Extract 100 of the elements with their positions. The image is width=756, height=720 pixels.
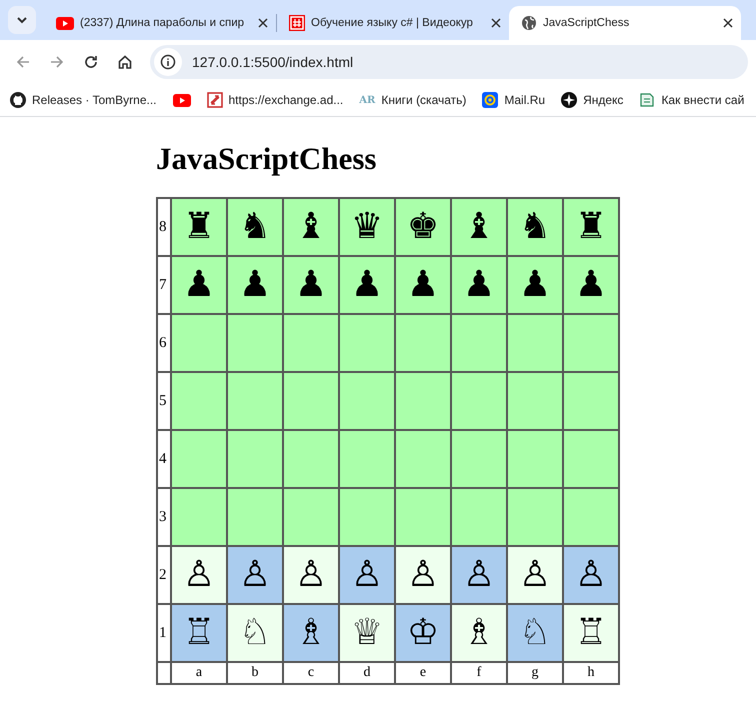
chess-piece[interactable]: ♜ xyxy=(574,206,608,247)
chess-piece[interactable]: ♟ xyxy=(294,264,328,305)
bookmark[interactable]: Как внести сай xyxy=(637,90,746,110)
browser-tab[interactable]: (2337) Длина параболы и спир xyxy=(44,6,276,40)
board-square[interactable] xyxy=(339,430,395,488)
chess-piece[interactable]: ♘ xyxy=(518,612,552,653)
board-square[interactable]: ♟ xyxy=(171,256,227,314)
board-square[interactable]: ♙ xyxy=(227,546,283,604)
board-square[interactable]: ♜ xyxy=(563,198,619,256)
chess-piece[interactable]: ♝ xyxy=(462,206,496,247)
close-icon[interactable] xyxy=(258,18,268,28)
chess-piece[interactable]: ♔ xyxy=(406,612,440,653)
bookmark[interactable]: Releases · TomByrne... xyxy=(8,90,158,110)
bookmark[interactable]: AR Книги (скачать) xyxy=(357,91,468,109)
board-square[interactable]: ♙ xyxy=(339,546,395,604)
board-square[interactable] xyxy=(283,488,339,546)
chess-piece[interactable]: ♛ xyxy=(350,206,384,247)
board-square[interactable] xyxy=(395,372,451,430)
board-square[interactable] xyxy=(563,488,619,546)
chess-piece[interactable]: ♙ xyxy=(406,554,440,595)
chess-piece[interactable]: ♘ xyxy=(238,612,272,653)
close-icon[interactable] xyxy=(491,18,501,28)
board-square[interactable]: ♙ xyxy=(507,546,563,604)
board-square[interactable]: ♙ xyxy=(395,546,451,604)
board-square[interactable] xyxy=(339,488,395,546)
board-square[interactable] xyxy=(563,314,619,372)
board-square[interactable] xyxy=(395,314,451,372)
board-square[interactable]: ♙ xyxy=(283,546,339,604)
chess-piece[interactable]: ♗ xyxy=(294,612,328,653)
board-square[interactable]: ♗ xyxy=(283,604,339,662)
board-square[interactable]: ♟ xyxy=(507,256,563,314)
board-square[interactable]: ♞ xyxy=(227,198,283,256)
board-square[interactable]: ♟ xyxy=(451,256,507,314)
board-square[interactable] xyxy=(563,430,619,488)
chess-piece[interactable]: ♙ xyxy=(182,554,216,595)
board-square[interactable]: ♗ xyxy=(451,604,507,662)
chess-piece[interactable]: ♟ xyxy=(462,264,496,305)
board-square[interactable] xyxy=(283,430,339,488)
board-square[interactable] xyxy=(171,372,227,430)
chess-piece[interactable]: ♙ xyxy=(462,554,496,595)
board-square[interactable]: ♚ xyxy=(395,198,451,256)
chess-piece[interactable]: ♟ xyxy=(182,264,216,305)
board-square[interactable] xyxy=(283,314,339,372)
board-square[interactable] xyxy=(507,314,563,372)
chess-piece[interactable]: ♜ xyxy=(182,206,216,247)
chess-piece[interactable]: ♟ xyxy=(574,264,608,305)
site-info-button[interactable] xyxy=(154,48,182,76)
board-square[interactable] xyxy=(451,314,507,372)
board-square[interactable]: ♞ xyxy=(507,198,563,256)
chess-piece[interactable]: ♙ xyxy=(574,554,608,595)
chess-piece[interactable]: ♖ xyxy=(574,612,608,653)
board-square[interactable] xyxy=(451,430,507,488)
board-square[interactable] xyxy=(171,488,227,546)
board-square[interactable] xyxy=(171,430,227,488)
board-square[interactable]: ♜ xyxy=(171,198,227,256)
board-square[interactable] xyxy=(227,430,283,488)
chess-piece[interactable]: ♞ xyxy=(238,206,272,247)
tab-list-button[interactable] xyxy=(8,6,36,34)
board-square[interactable]: ♔ xyxy=(395,604,451,662)
board-square[interactable] xyxy=(227,488,283,546)
board-square[interactable] xyxy=(227,314,283,372)
board-square[interactable] xyxy=(339,372,395,430)
board-square[interactable] xyxy=(227,372,283,430)
board-square[interactable] xyxy=(171,314,227,372)
board-square[interactable] xyxy=(563,372,619,430)
chess-piece[interactable]: ♙ xyxy=(518,554,552,595)
board-square[interactable] xyxy=(283,372,339,430)
chess-piece[interactable]: ♟ xyxy=(518,264,552,305)
board-square[interactable] xyxy=(507,430,563,488)
board-square[interactable]: ♟ xyxy=(395,256,451,314)
board-square[interactable]: ♝ xyxy=(451,198,507,256)
board-square[interactable]: ♖ xyxy=(171,604,227,662)
board-square[interactable]: ♘ xyxy=(507,604,563,662)
board-square[interactable]: ♙ xyxy=(451,546,507,604)
board-square[interactable]: ♕ xyxy=(339,604,395,662)
chess-piece[interactable]: ♟ xyxy=(350,264,384,305)
bookmark[interactable] xyxy=(170,92,192,108)
chess-piece[interactable]: ♝ xyxy=(294,206,328,247)
board-square[interactable]: ♖ xyxy=(563,604,619,662)
browser-tab[interactable]: JavaScriptChess xyxy=(509,6,741,40)
board-square[interactable]: ♟ xyxy=(283,256,339,314)
board-square[interactable] xyxy=(339,314,395,372)
bookmark[interactable]: Mail.Ru xyxy=(480,90,548,110)
board-square[interactable] xyxy=(395,488,451,546)
bookmark[interactable]: https://exchange.ad... xyxy=(204,90,346,110)
chess-piece[interactable]: ♕ xyxy=(350,612,384,653)
chess-piece[interactable]: ♖ xyxy=(182,612,216,653)
board-square[interactable] xyxy=(507,372,563,430)
browser-tab[interactable]: Обучение языку c# | Видеокур xyxy=(277,6,509,40)
chess-piece[interactable]: ♟ xyxy=(238,264,272,305)
board-square[interactable] xyxy=(451,488,507,546)
board-square[interactable]: ♛ xyxy=(339,198,395,256)
board-square[interactable]: ♝ xyxy=(283,198,339,256)
board-square[interactable]: ♟ xyxy=(339,256,395,314)
chess-piece[interactable]: ♟ xyxy=(406,264,440,305)
board-square[interactable]: ♟ xyxy=(563,256,619,314)
board-square[interactable] xyxy=(507,488,563,546)
board-square[interactable]: ♘ xyxy=(227,604,283,662)
chess-piece[interactable]: ♗ xyxy=(462,612,496,653)
board-square[interactable]: ♙ xyxy=(171,546,227,604)
